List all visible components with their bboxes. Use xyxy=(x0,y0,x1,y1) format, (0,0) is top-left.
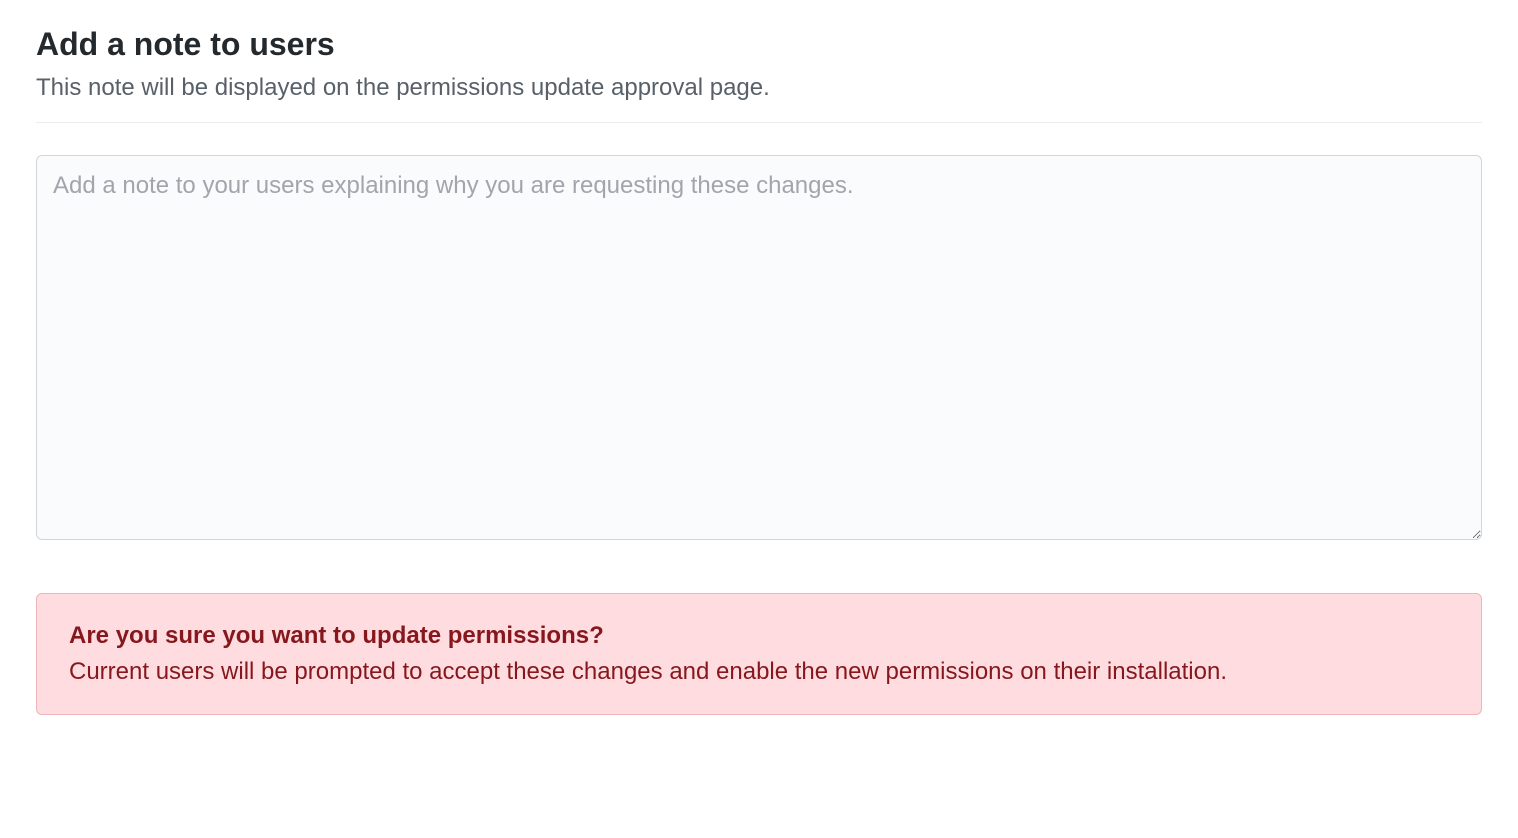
section-header: Add a note to users This note will be di… xyxy=(36,24,1482,123)
warning-title: Are you sure you want to update permissi… xyxy=(69,618,1449,654)
note-textarea[interactable] xyxy=(36,155,1482,540)
page-title: Add a note to users xyxy=(36,24,1482,64)
warning-body: Current users will be prompted to accept… xyxy=(69,654,1449,690)
warning-alert: Are you sure you want to update permissi… xyxy=(36,593,1482,715)
page-subtitle: This note will be displayed on the permi… xyxy=(36,70,1482,106)
